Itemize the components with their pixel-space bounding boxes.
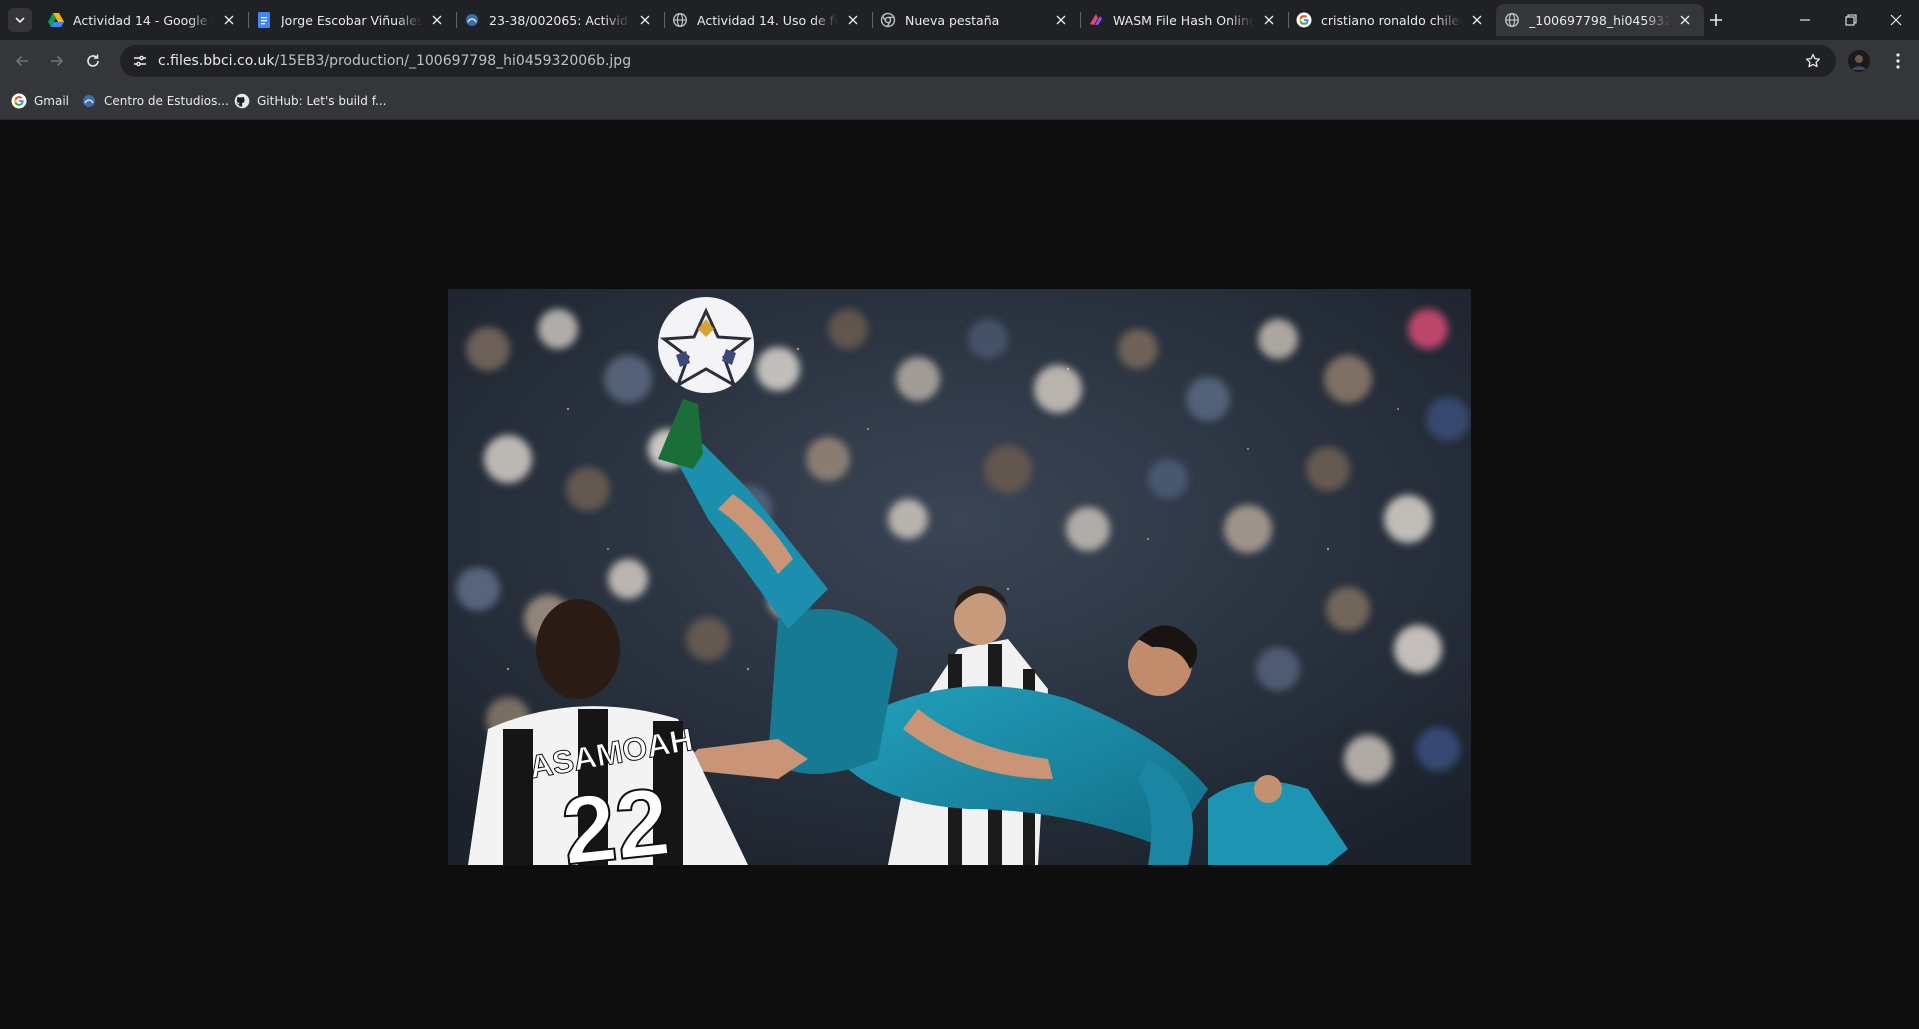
close-icon[interactable] <box>1260 11 1278 29</box>
tab-uso-de-funciones[interactable]: Actividad 14. Uso de funciones <box>664 4 873 36</box>
reload-button[interactable] <box>79 47 107 75</box>
close-window-button[interactable] <box>1873 0 1919 40</box>
bookmark-label: GitHub: Let's build f... <box>257 94 387 108</box>
globe-icon <box>672 12 688 28</box>
tab-title: Actividad 14 - Google Drive <box>73 12 214 28</box>
tab-google-docs[interactable]: Jorge Escobar Viñuales - Actividad <box>248 4 457 36</box>
chrome-menu-button[interactable] <box>1886 49 1910 73</box>
page-viewport: ASAMOAH 22 <box>0 120 1919 1029</box>
globe-icon <box>1504 12 1520 28</box>
tab-title: Jorge Escobar Viñuales - Actividad <box>281 12 422 28</box>
moodle-icon <box>464 12 480 28</box>
tab-google-drive[interactable]: Actividad 14 - Google Drive <box>40 4 249 36</box>
tab-title: cristiano ronaldo chilena <box>1321 12 1462 28</box>
tab-title: _100697798_hi045932006b.jpg <box>1529 12 1670 28</box>
jersey-number: 22 <box>557 768 674 865</box>
close-icon[interactable] <box>1468 11 1486 29</box>
google-icon <box>11 93 27 109</box>
close-icon[interactable] <box>1676 11 1694 29</box>
close-icon[interactable] <box>636 11 654 29</box>
bookmark-github[interactable]: GitHub: Let's build f... <box>234 90 387 112</box>
tab-title: Actividad 14. Uso de funciones <box>697 12 838 28</box>
arrow-left-icon <box>15 55 28 67</box>
bookmark-star-button[interactable] <box>1802 50 1824 72</box>
more-vertical-icon <box>1896 53 1900 69</box>
tab-strip: Actividad 14 - Google Drive Jorge Escoba… <box>0 0 1919 40</box>
tab-google-search[interactable]: cristiano ronaldo chilena <box>1288 4 1496 36</box>
close-icon <box>1890 14 1902 26</box>
address-bar[interactable]: c.files.bbci.co.uk/15EB3/production/_100… <box>120 45 1836 77</box>
close-icon[interactable] <box>844 11 862 29</box>
tab-moodle-actividad[interactable]: 23-38/002065: Actividad 14 <box>456 4 665 36</box>
site-info-button[interactable] <box>128 49 152 73</box>
bookmark-centro-de-estudios[interactable]: Centro de Estudios... <box>81 90 229 112</box>
tab-wasm-hash[interactable]: WASM File Hash Online Calculator <box>1080 4 1289 36</box>
wasm-icon <box>1088 12 1104 28</box>
close-icon[interactable] <box>428 11 446 29</box>
close-icon[interactable] <box>1052 11 1070 29</box>
google-docs-icon <box>256 12 272 28</box>
football-photo[interactable]: ASAMOAH 22 <box>448 289 1471 865</box>
minimize-button[interactable] <box>1782 0 1828 40</box>
forward-button[interactable] <box>43 47 71 75</box>
close-icon[interactable] <box>220 11 238 29</box>
new-tab-button[interactable] <box>1704 8 1728 32</box>
url-path: /15EB3/production/_100697798_hi045932006… <box>274 53 632 69</box>
bookmark-label: Gmail <box>34 94 70 108</box>
url-text[interactable]: c.files.bbci.co.uk/15EB3/production/_100… <box>158 53 631 69</box>
bookmarks-bar: Gmail Centro de Estudios... GitHub: Let'… <box>0 82 1919 120</box>
bookmark-gmail[interactable]: Gmail <box>11 90 69 112</box>
tab-title: Nueva pestaña <box>905 12 1000 28</box>
tab-title: 23-38/002065: Actividad 14 <box>489 12 630 28</box>
google-icon <box>1296 12 1312 28</box>
photo-illustration: ASAMOAH 22 <box>448 289 1471 865</box>
profile-avatar[interactable] <box>1848 50 1870 72</box>
google-drive-icon <box>48 12 64 28</box>
chevron-down-icon <box>15 17 25 24</box>
tune-icon <box>134 55 146 67</box>
restore-icon <box>1845 14 1857 26</box>
bookmark-label: Centro de Estudios... <box>104 94 229 108</box>
football <box>658 297 754 393</box>
tab-title: WASM File Hash Online Calculator <box>1113 12 1254 28</box>
moodle-icon <box>81 93 97 109</box>
tab-nueva-pestana[interactable]: Nueva pestaña <box>872 4 1081 36</box>
arrow-right-icon <box>51 55 64 67</box>
reload-icon <box>87 54 99 67</box>
url-host: c.files.bbci.co.uk <box>158 53 275 69</box>
browser-toolbar: c.files.bbci.co.uk/15EB3/production/_100… <box>0 40 1919 82</box>
avatar-icon <box>1848 50 1870 72</box>
minimize-icon <box>1800 19 1810 21</box>
chrome-icon <box>880 12 896 28</box>
plus-icon <box>1710 14 1722 26</box>
star-icon <box>1805 53 1821 68</box>
tab-search-button[interactable] <box>8 8 32 32</box>
back-button[interactable] <box>8 47 36 75</box>
tab-image-active[interactable]: _100697798_hi045932006b.jpg <box>1496 4 1704 36</box>
restore-button[interactable] <box>1828 0 1874 40</box>
github-icon <box>234 93 250 109</box>
